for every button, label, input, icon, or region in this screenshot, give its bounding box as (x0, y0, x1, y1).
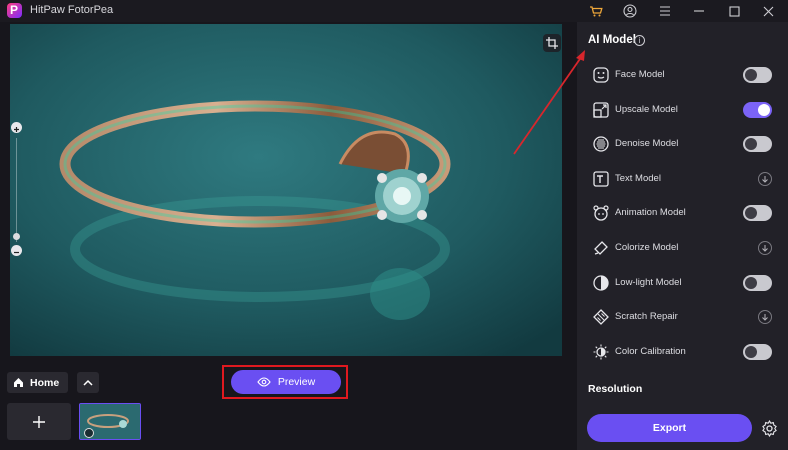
zoom-out-icon[interactable] (11, 245, 22, 256)
close-icon[interactable] (759, 2, 777, 20)
clock-icon (84, 428, 94, 438)
eye-icon (257, 377, 271, 387)
model-label: Denoise Model (615, 138, 679, 149)
minimize-icon[interactable] (690, 2, 708, 20)
denoise-model-toggle[interactable] (743, 136, 772, 152)
arrow-down-icon (762, 176, 768, 183)
collapse-button[interactable] (77, 372, 99, 393)
plus-icon (33, 415, 45, 428)
ring-photo (10, 24, 562, 356)
export-button[interactable]: Export (587, 414, 752, 442)
face-icon (592, 66, 610, 84)
zoom-slider-track[interactable] (16, 138, 17, 242)
zoom-in-icon[interactable] (11, 122, 22, 133)
model-row-face: Face Model (592, 65, 774, 85)
low-light-model-toggle[interactable] (743, 275, 772, 291)
model-label: Scratch Repair (615, 311, 678, 322)
color-calibration-toggle[interactable] (743, 344, 772, 360)
model-label: Color Calibration (615, 346, 686, 357)
text-icon (592, 170, 610, 188)
maximize-icon[interactable] (725, 2, 743, 20)
zoom-slider-handle[interactable] (13, 233, 20, 240)
colorize-icon (592, 239, 610, 257)
model-row-denoise: Denoise Model (592, 134, 774, 154)
colorize-model-expand-button[interactable] (758, 241, 772, 255)
preview-label: Preview (277, 376, 316, 388)
model-row-text: Text Model (592, 169, 774, 189)
face-model-toggle[interactable] (743, 67, 772, 83)
color-calibration-icon (592, 343, 610, 361)
app-logo-icon (7, 3, 22, 18)
chevron-up-icon (83, 379, 93, 386)
scratch-repair-expand-button[interactable] (758, 310, 772, 324)
crop-icon[interactable] (543, 34, 561, 52)
home-icon (14, 378, 23, 387)
model-label: Upscale Model (615, 104, 678, 115)
menu-icon[interactable] (656, 2, 674, 20)
animation-icon (592, 204, 610, 222)
text-model-expand-button[interactable] (758, 172, 772, 186)
image-canvas[interactable] (10, 24, 562, 356)
scratch-icon (592, 308, 610, 326)
panel-title: AI Model (588, 34, 636, 46)
model-label: Face Model (615, 69, 665, 80)
app-window: HitPaw FotorPea (0, 0, 788, 450)
arrow-down-icon (762, 245, 768, 252)
app-title: HitPaw FotorPea (30, 4, 114, 16)
arrow-down-icon (762, 314, 768, 321)
model-row-upscale: Upscale Model (592, 100, 774, 120)
gear-icon[interactable] (760, 419, 778, 437)
info-icon[interactable]: i (634, 35, 645, 46)
denoise-icon (592, 135, 610, 153)
low-light-icon (592, 274, 610, 292)
model-row-color-calibration: Color Calibration (592, 342, 774, 362)
model-label: Text Model (615, 173, 661, 184)
cart-icon[interactable] (587, 2, 605, 20)
export-label: Export (652, 422, 687, 434)
model-label: Low-light Model (615, 277, 682, 288)
model-row-low-light: Low-light Model (592, 273, 774, 293)
home-button[interactable]: Home (7, 372, 68, 393)
model-row-animation: Animation Model (592, 203, 774, 223)
title-bar: HitPaw FotorPea (0, 0, 788, 22)
model-label: Animation Model (615, 207, 686, 218)
upscale-icon (592, 101, 610, 119)
account-icon[interactable] (621, 2, 639, 20)
preview-button[interactable]: Preview (231, 370, 341, 394)
home-label: Home (30, 376, 60, 389)
upscale-model-toggle[interactable] (743, 102, 772, 118)
model-row-colorize: Colorize Model (592, 238, 774, 258)
model-label: Colorize Model (615, 242, 679, 253)
resolution-label: Resolution (588, 383, 643, 395)
add-image-button[interactable] (7, 403, 71, 440)
model-row-scratch: Scratch Repair (592, 307, 774, 327)
animation-model-toggle[interactable] (743, 205, 772, 221)
